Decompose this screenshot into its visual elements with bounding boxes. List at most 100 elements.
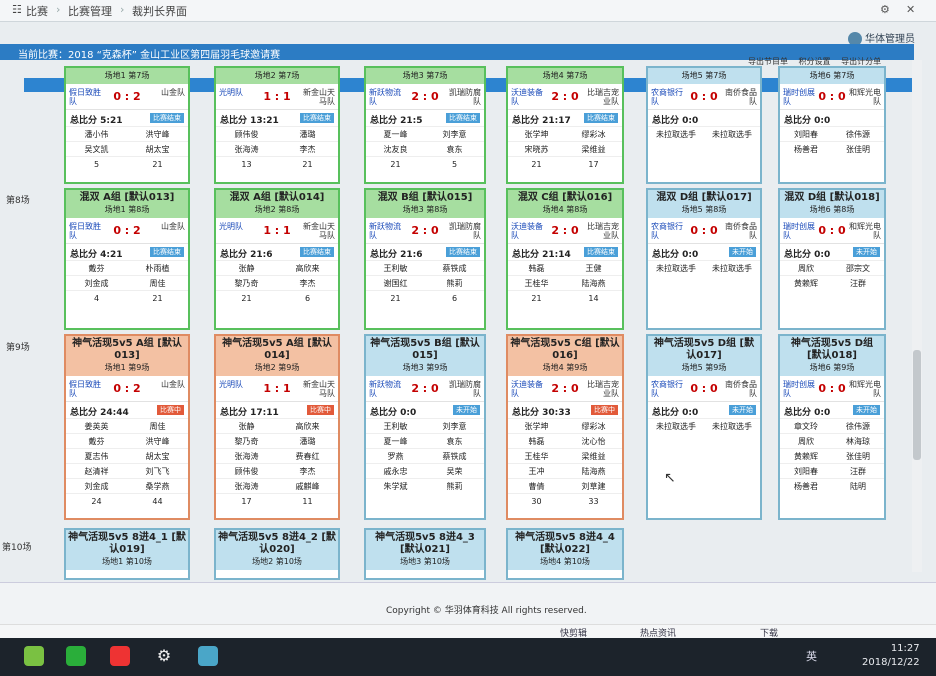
team2-name[interactable]: 南侨食品队	[723, 88, 757, 106]
player-right[interactable]: 熊莉	[425, 276, 484, 290]
player-left[interactable]: 黎乃奇	[216, 434, 277, 448]
player-left[interactable]: 王利敏	[366, 261, 425, 275]
match-card[interactable]: 神气活现5v5 D组 [默认017] 场地5 第9场 农商银行队 0 : 0 南侨食品队…	[646, 334, 762, 520]
player-left[interactable]: 宋晓苏	[508, 142, 565, 156]
player-left[interactable]: 顾伟俊	[216, 127, 277, 141]
player-left[interactable]: 姜英英	[66, 419, 127, 433]
export-scores-button[interactable]: 导出计分单	[841, 57, 881, 66]
team2-name[interactable]: 比瑞吉宠业队	[585, 88, 619, 106]
player-left[interactable]: 韩磊	[508, 434, 565, 448]
player-right[interactable]: 梁维益	[565, 142, 622, 156]
player-right[interactable]: 缪彩冰	[565, 127, 622, 141]
player-right[interactable]: 袁东	[425, 434, 484, 448]
match-card[interactable]: 场地3 第7场 新跃物流队 2 : 0 凯瑞防腐队 总比分 21:5 比赛结束 夏一峰 刘李意…	[364, 66, 486, 184]
player-right[interactable]: 梁维益	[565, 449, 622, 463]
team2-name[interactable]: 比瑞吉宠业队	[585, 222, 619, 240]
match-card[interactable]: 神气活现5v5 8进4_4 [默认022] 场地4 第10场	[506, 528, 624, 580]
match-card[interactable]: 混双 C组 [默认016] 场地4 第8场 沃迪装备队 2 : 0 比瑞吉宠业队 总比分 …	[506, 188, 624, 330]
player-left[interactable]: 吴文凯	[66, 142, 127, 156]
player-left[interactable]: 赵清祥	[66, 464, 127, 478]
player-right[interactable]: 洪守峰	[127, 434, 188, 448]
player-left[interactable]: 张海涛	[216, 449, 277, 463]
match-card[interactable]: 场地4 第7场 沃迪装备队 2 : 0 比瑞吉宠业队 总比分 21:17 比赛结束 张学坤缪…	[506, 66, 624, 184]
match-card[interactable]: 混双 A组 [默认013] 场地1 第8场 假日致胜队 0 : 2 山金队 总比分 4:2…	[64, 188, 190, 330]
player-left[interactable]: 未拉取选手	[648, 419, 704, 433]
team2-name[interactable]: 南侨食品队	[723, 380, 757, 398]
match-card[interactable]: 神气活现5v5 A组 [默认014] 场地2 第9场 光明队 1 : 1 新金山天马队总…	[214, 334, 340, 520]
player-right[interactable]: 朴雨植	[127, 261, 188, 275]
app-icon-red[interactable]	[110, 646, 130, 666]
player-left[interactable]: 王桂华	[508, 449, 565, 463]
team2-name[interactable]: 南侨食品队	[723, 222, 757, 240]
match-card[interactable]: 神气活现5v5 B组 [默认015] 场地3 第9场 新跃物流队 2 : 0 凯瑞防腐队…	[364, 334, 486, 520]
player-right[interactable]: 吴荣	[425, 464, 484, 478]
player-right[interactable]: 李杰	[277, 464, 338, 478]
team2-name[interactable]: 新金山天马队	[301, 88, 335, 106]
ime-indicator[interactable]: 英	[806, 648, 817, 664]
player-left[interactable]: 曹倩	[508, 479, 565, 493]
player-right[interactable]: 林海琼	[832, 434, 884, 448]
player-right[interactable]: 刘李意	[425, 419, 484, 433]
team2-name[interactable]: 新金山天马队	[301, 222, 335, 240]
breadcrumb-root[interactable]: 比赛	[26, 3, 48, 19]
player-right[interactable]: 张佳明	[832, 142, 884, 156]
player-left[interactable]: 夏一峰	[366, 127, 425, 141]
match-card[interactable]: 神气活现5v5 8进4_2 [默认020] 场地2 第10场	[214, 528, 340, 580]
player-right[interactable]: 胡太宝	[127, 449, 188, 463]
player-left[interactable]: 黄赖辉	[780, 449, 832, 463]
player-left[interactable]: 刘金成	[66, 276, 127, 290]
player-right[interactable]: 王健	[565, 261, 622, 275]
player-left[interactable]: 戚永忠	[366, 464, 425, 478]
team2-name[interactable]: 山金队	[151, 88, 185, 97]
player-left[interactable]: 黄赖辉	[780, 276, 832, 290]
player-left[interactable]: 张静	[216, 261, 277, 275]
match-card[interactable]: 神气活现5v5 8进4_3 [默认021] 场地3 第10场	[364, 528, 486, 580]
team2-name[interactable]: 新金山天马队	[301, 380, 335, 398]
player-left[interactable]: 刘阳春	[780, 127, 832, 141]
player-right[interactable]: 洪守峰	[127, 127, 188, 141]
player-left[interactable]: 戴芬	[66, 261, 127, 275]
player-right[interactable]: 高欣来	[277, 419, 338, 433]
match-card[interactable]: 神气活现5v5 8进4_1 [默认019] 场地1 第10场	[64, 528, 190, 580]
app-icon-green[interactable]	[24, 646, 44, 666]
player-left[interactable]: 顾伟俊	[216, 464, 277, 478]
player-left[interactable]: 张海涛	[216, 479, 277, 493]
player-right[interactable]: 袁东	[425, 142, 484, 156]
player-left[interactable]: 章文玲	[780, 419, 832, 433]
player-left[interactable]: 罗燕	[366, 449, 425, 463]
match-card[interactable]: 混双 D组 [默认018] 场地6 第8场 瑞时创展队 0 : 0 和辉光电队 总比分 0…	[778, 188, 886, 330]
player-right[interactable]: 张佳明	[832, 449, 884, 463]
breadcrumb-mid[interactable]: 比赛管理	[68, 3, 112, 19]
player-right[interactable]: 周佳	[127, 419, 188, 433]
player-right[interactable]: 邵宗文	[832, 261, 884, 275]
player-right[interactable]: 汪群	[832, 276, 884, 290]
player-left[interactable]: 朱学斌	[366, 479, 425, 493]
match-card[interactable]: 神气活现5v5 C组 [默认016] 场地4 第9场 沃迪装备队 2 : 0 比瑞吉宠业…	[506, 334, 624, 520]
player-left[interactable]: 潘小伟	[66, 127, 127, 141]
player-right[interactable]: 陆海燕	[565, 464, 622, 478]
player-right[interactable]: 潘璐	[277, 127, 338, 141]
player-right[interactable]: 徐伟源	[832, 419, 884, 433]
team2-name[interactable]: 比瑞吉宠业队	[585, 380, 619, 398]
player-right[interactable]: 徐伟源	[832, 127, 884, 141]
player-left[interactable]: 刘金成	[66, 479, 127, 493]
player-left[interactable]: 沈友良	[366, 142, 425, 156]
match-card[interactable]: 混双 A组 [默认014] 场地2 第8场 光明队 1 : 1 新金山天马队 总比分 21…	[214, 188, 340, 330]
player-left[interactable]: 夏志伟	[66, 449, 127, 463]
team2-name[interactable]: 和辉光电队	[847, 88, 881, 106]
player-left[interactable]: 夏一峰	[366, 434, 425, 448]
player-right[interactable]: 熊莉	[425, 479, 484, 493]
scrollbar-thumb[interactable]	[913, 350, 921, 460]
team2-name[interactable]: 和辉光电队	[847, 380, 881, 398]
player-right[interactable]: 蔡铁成	[425, 261, 484, 275]
player-right[interactable]: 陆海燕	[565, 276, 622, 290]
match-card[interactable]: 神气活现5v5 A组 [默认013] 场地1 第9场 假日致胜队 0 : 2 山金队 总比…	[64, 334, 190, 520]
gear-icon[interactable]: ⚙	[154, 646, 174, 666]
match-card[interactable]: 混双 D组 [默认017] 场地5 第8场 农商银行队 0 : 0 南侨食品队 总比分 0…	[646, 188, 762, 330]
match-card[interactable]: 场地6 第7场 瑞时创展队 0 : 0 和辉光电队 总比分 0:0 刘阳春 徐伟源 杨善君 张佳…	[778, 66, 886, 184]
match-card[interactable]: 场地1 第7场 假日致胜队 0 : 2 山金队 总比分 5:21 比赛结束 潘小伟 洪守峰 吴文…	[64, 66, 190, 184]
team2-name[interactable]: 山金队	[151, 380, 185, 389]
player-right[interactable]: 沈心怡	[565, 434, 622, 448]
player-left[interactable]: 韩磊	[508, 261, 565, 275]
team2-name[interactable]: 凯瑞防腐队	[447, 222, 481, 240]
